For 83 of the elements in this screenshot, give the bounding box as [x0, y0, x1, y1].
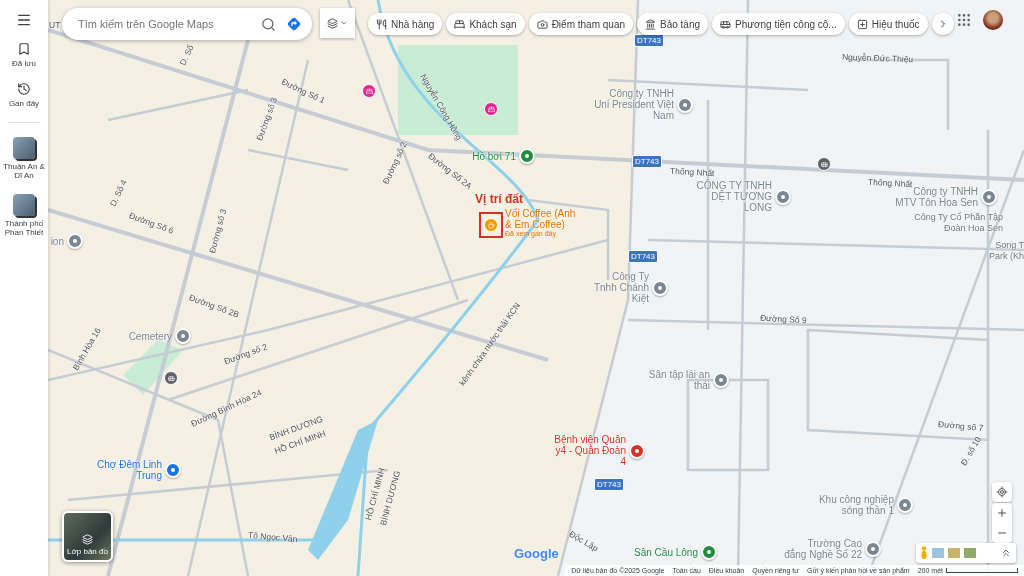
sidebar-label: Đã lưu: [12, 59, 36, 68]
caret-icon: [340, 19, 348, 27]
place-label: Chợ Đêm Linh Trung: [96, 459, 162, 481]
place-pin[interactable]: [865, 541, 881, 557]
street-label: Nguyễn Đức Thiệu: [841, 51, 914, 65]
street-label: D. Số 4: [107, 178, 129, 208]
place-label: Sân tập lái an thái: [647, 369, 710, 391]
street-label: Đường số 7: [937, 419, 984, 433]
logo: Google: [514, 546, 559, 561]
apps-button[interactable]: [956, 12, 972, 28]
category-chip[interactable]: Bảo tàng: [637, 13, 709, 35]
bed-icon: [454, 18, 466, 30]
street-label: Độc Lập: [567, 528, 601, 554]
place-pin[interactable]: [701, 544, 717, 560]
place-label: Song T Park (Kh: [988, 240, 1024, 262]
recent-place[interactable]: Thuận An & Dĩ An: [1, 137, 47, 180]
place-label: Bệnh viện Quân y4 - Quân Đoàn 4: [553, 434, 626, 467]
road-shield: DT743: [628, 250, 658, 263]
category-chip[interactable]: Phương tiện công cộ...: [712, 13, 845, 35]
place-label: Công ty TNHH Uni President Việt Nam: [594, 88, 674, 121]
place-label: CÔNG TY TNHH DỆT TƯƠNG LONG: [695, 180, 772, 213]
imagery-thumbnail[interactable]: [932, 548, 944, 558]
layers-button[interactable]: Lớp bản đồ: [62, 511, 113, 562]
plus-icon: [996, 507, 1008, 519]
street-label: Đường số 3: [206, 207, 229, 255]
place-thumbnail: [13, 194, 35, 216]
map-toggle-button[interactable]: [320, 8, 355, 38]
annotation-label: Vị trí đất: [475, 192, 523, 206]
place-pin[interactable]: [713, 372, 729, 388]
place-label: Sân Cầu Lông: [633, 546, 698, 558]
place-pin[interactable]: [652, 279, 668, 296]
plus-square-icon: [856, 18, 868, 30]
place-label: Vối Coffee (Anh & Em Coffee): [505, 208, 577, 230]
place-label: Trường Cao đẳng Nghề Số 22: [784, 538, 862, 560]
street-label: Đường số 2: [222, 341, 269, 367]
menu-button[interactable]: [16, 12, 32, 28]
place-label: Công Ty Tnhh Chánh Kiệt: [592, 271, 649, 304]
street-label: UT: [49, 20, 61, 30]
road-shield: DT743: [634, 34, 664, 47]
category-chip[interactable]: Nhà hàng: [368, 13, 443, 35]
sidebar-item[interactable]: Đã lưu: [1, 42, 47, 68]
road-shield: DT743: [632, 155, 662, 168]
place-label: Hồ bơi 71: [471, 150, 516, 162]
bus-icon: [720, 18, 732, 30]
street-label: Tô Ngọc Vân: [247, 529, 298, 545]
sidebar-item[interactable]: Gần đây: [1, 82, 47, 108]
layers-icon: [82, 534, 93, 545]
search-icon[interactable]: [261, 16, 276, 32]
expand-icon[interactable]: [1000, 547, 1012, 559]
place-label: Công Ty Cổ Phần Tập Đoàn Hoa Sen: [913, 212, 1003, 234]
street-label: D. Số: [177, 43, 196, 67]
history-icon: [17, 82, 31, 96]
category-chip[interactable]: Hiệu thuốc: [848, 13, 928, 35]
sidebar-label: Gần đây: [8, 99, 40, 108]
search-bar[interactable]: Tìm kiếm trên Google Maps: [62, 8, 312, 40]
category-chip[interactable]: Khách sạn: [446, 13, 525, 35]
bus-stop-icon[interactable]: [817, 157, 831, 171]
recent-place-label: Thuận An & Dĩ An: [2, 162, 46, 180]
place-label: Khu công nghiệp sóng thần 1: [818, 494, 894, 516]
imagery-thumbnail[interactable]: [948, 548, 960, 558]
place-thumbnail: [13, 137, 35, 159]
layers-icon: [327, 17, 338, 29]
pegman-icon[interactable]: [920, 546, 928, 560]
recent-place-label: Thành phố Phan Thiết: [3, 219, 45, 237]
landmark-icon: [645, 18, 656, 30]
place-pin[interactable]: [677, 96, 693, 113]
category-chip[interactable]: Điểm tham quan: [528, 13, 633, 35]
street-label: Đ. số 10: [958, 434, 984, 468]
place-pin[interactable]: [629, 442, 645, 459]
place-label: Cemetery: [127, 330, 172, 342]
imagery-thumbnail[interactable]: [964, 548, 976, 558]
street-label: Đường Số 9: [759, 312, 807, 326]
place-pin[interactable]: [897, 497, 913, 513]
road-shield: DT743: [594, 478, 624, 491]
place-label: ion: [49, 235, 64, 247]
camera-icon: [536, 18, 548, 30]
bookmark-icon: [17, 42, 31, 56]
recent-place[interactable]: Thành phố Phan Thiết: [1, 194, 47, 237]
street-label: Thống Nhất: [669, 165, 715, 179]
place-pin[interactable]: [981, 189, 997, 205]
utensils-icon: [376, 18, 387, 30]
place-pin[interactable]: [775, 188, 791, 205]
avatar[interactable]: [983, 10, 1003, 30]
